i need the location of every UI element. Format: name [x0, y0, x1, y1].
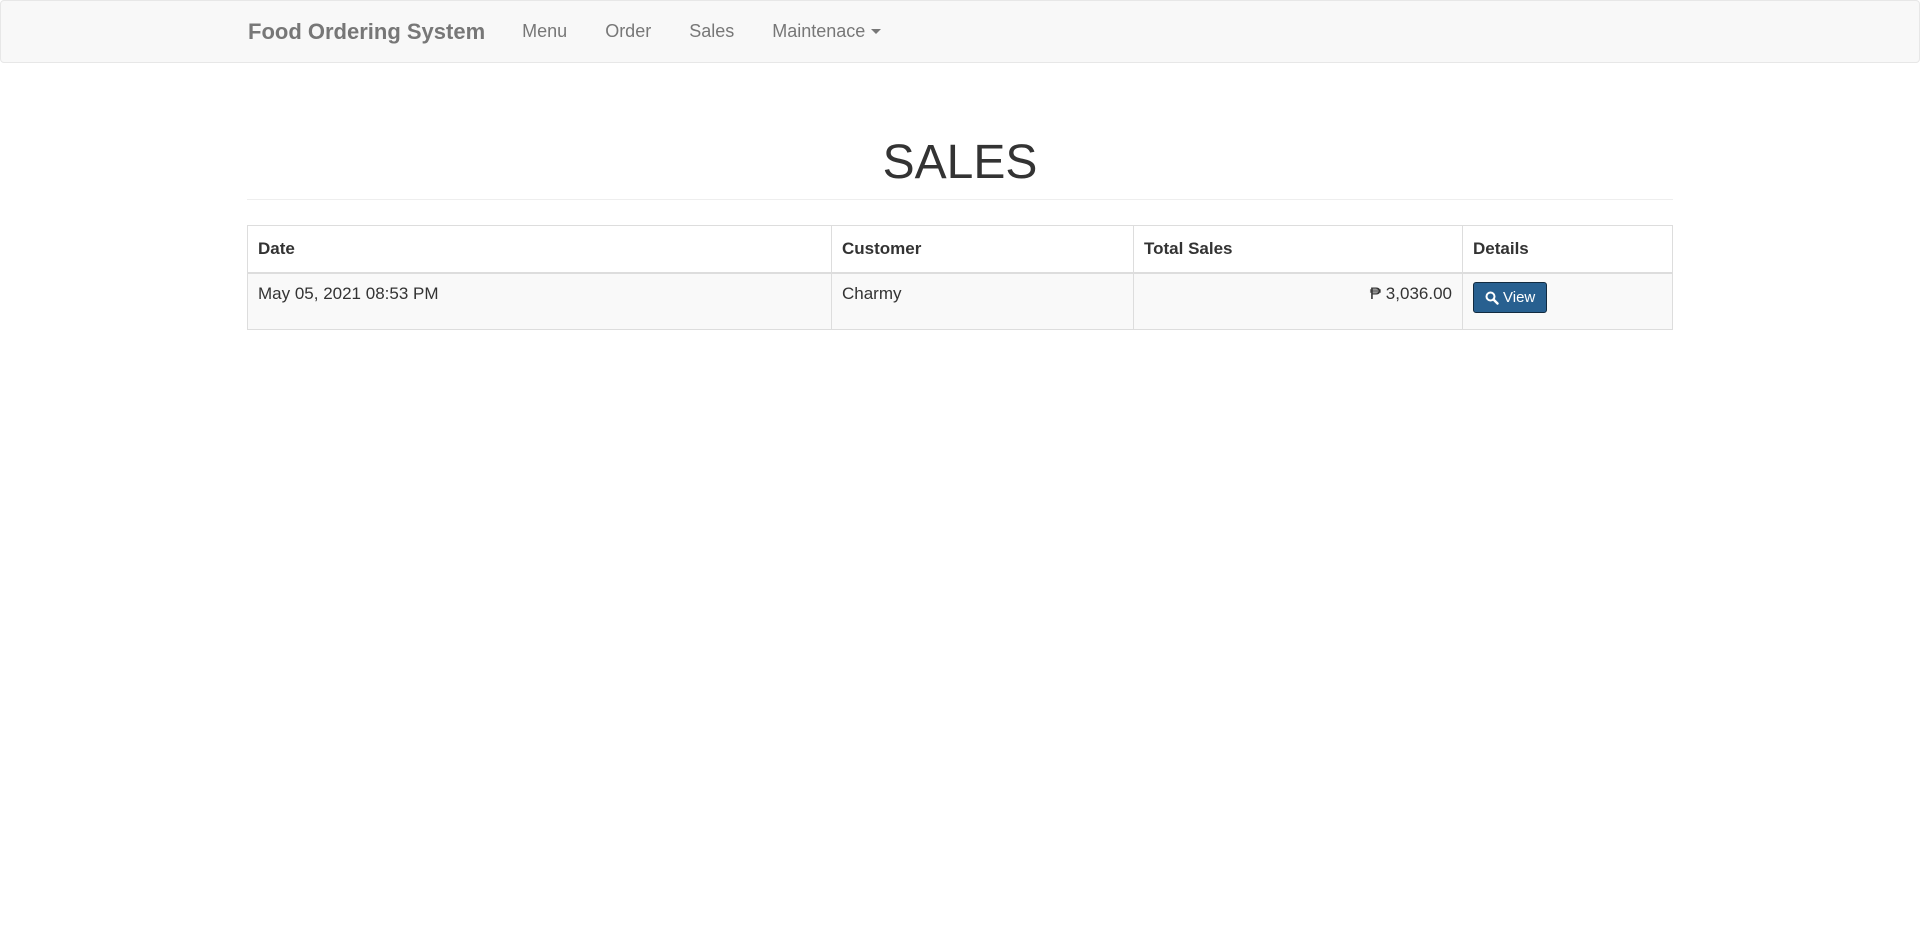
- nav-link-sales[interactable]: Sales: [689, 21, 734, 42]
- navbar-content: Food Ordering System Menu Order Sales Ma…: [248, 1, 900, 62]
- view-button[interactable]: View: [1473, 282, 1548, 313]
- column-header-customer: Customer: [831, 225, 1134, 274]
- search-icon: [1485, 291, 1499, 305]
- cell-date: May 05, 2021 08:53 PM: [247, 272, 832, 330]
- column-header-date: Date: [247, 225, 832, 274]
- cell-customer: Charmy: [831, 272, 1134, 330]
- sales-table: Date Customer Total Sales Details May 05…: [247, 225, 1673, 330]
- cell-details: View: [1462, 272, 1673, 330]
- page-header: SALES: [247, 130, 1673, 196]
- nav-dropdown-label: Maintenace: [772, 21, 866, 41]
- brand-link[interactable]: Food Ordering System: [248, 19, 485, 45]
- view-button-label: View: [1503, 289, 1536, 306]
- navbar: Food Ordering System Menu Order Sales Ma…: [0, 0, 1920, 63]
- table-row: May 05, 2021 08:53 PM Charmy ₱ 3,036.00 …: [247, 272, 1673, 330]
- cell-total-sales: ₱ 3,036.00: [1133, 272, 1463, 330]
- header-divider: [247, 199, 1673, 200]
- table-header-row: Date Customer Total Sales Details: [247, 225, 1673, 274]
- nav-link-menu[interactable]: Menu: [522, 21, 567, 42]
- caret-down-icon: [871, 29, 882, 34]
- nav-dropdown-maintenance[interactable]: Maintenace: [772, 21, 882, 42]
- column-header-total-sales: Total Sales: [1133, 225, 1463, 274]
- page-title: SALES: [882, 136, 1038, 189]
- nav-link-order[interactable]: Order: [605, 21, 651, 42]
- column-header-details: Details: [1462, 225, 1673, 274]
